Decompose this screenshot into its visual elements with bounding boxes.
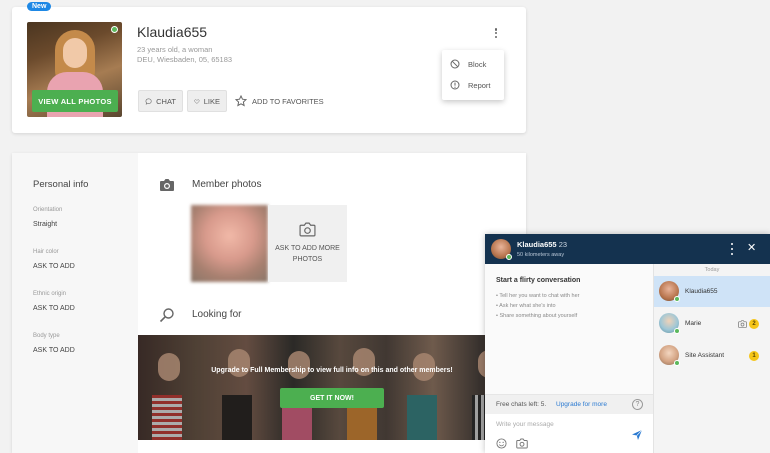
free-chats-bar: Free chats left: 5. Upgrade for more ? <box>485 394 653 414</box>
ask-more-photos-label: ASK TO ADD MORE PHOTOS <box>275 245 340 263</box>
like-button-label: LIKE <box>203 96 220 106</box>
chat-widget: Klaudia655 23 50 kilometers away ✕ Start… <box>485 234 770 453</box>
conversation-tip-text: Ask her what she's into <box>499 303 556 309</box>
upgrade-link[interactable]: Upgrade for more <box>556 401 607 408</box>
send-icon[interactable] <box>631 429 643 441</box>
get-it-now-button[interactable]: GET IT NOW! <box>280 388 384 408</box>
free-chats-count: Free chats left: 5. <box>496 401 547 408</box>
block-icon <box>450 59 460 69</box>
avatar-face <box>63 38 87 68</box>
report-icon <box>450 80 460 90</box>
upgrade-promo-banner: Upgrade to Full Membership to view full … <box>138 335 526 440</box>
close-icon[interactable]: ✕ <box>747 242 756 254</box>
chat-more-options-icon[interactable] <box>729 243 735 255</box>
field-label-orientation: Orientation <box>33 207 63 213</box>
profile-info-card: Personal info Orientation Straight Hair … <box>12 153 526 453</box>
looking-for-title: Looking for <box>192 309 242 320</box>
conversation-tip: • Tell her you want to chat with her <box>496 293 580 299</box>
menu-item-block[interactable]: Block <box>450 59 486 69</box>
chat-partner-distance: 50 kilometers away <box>517 252 565 258</box>
promo-text: Upgrade to Full Membership to view full … <box>211 367 453 374</box>
ask-more-photos-button[interactable]: ASK TO ADD MORE PHOTOS <box>268 205 347 282</box>
conversation-tip-text: Tell her you want to chat with her <box>499 293 580 299</box>
heart-icon <box>194 98 200 104</box>
online-status-icon <box>674 360 680 366</box>
personal-info-title: Personal info <box>33 179 89 190</box>
view-all-photos-button[interactable]: VIEW ALL PHOTOS <box>32 90 118 112</box>
field-value-hair-color[interactable]: ASK TO ADD <box>33 263 75 270</box>
camera-outline-icon <box>299 222 316 237</box>
profile-options-menu: Block Report <box>442 50 504 100</box>
personal-info-sidebar: Personal info Orientation Straight Hair … <box>12 153 138 453</box>
message-placeholder: Write your message <box>496 421 554 428</box>
chat-header: Klaudia655 23 50 kilometers away ✕ <box>485 234 770 264</box>
favorites-label: ADD TO FAVORITES <box>252 96 324 106</box>
chat-button-label: CHAT <box>156 96 176 106</box>
conversation-name: Site Assistant <box>685 352 725 359</box>
camera-icon[interactable] <box>516 438 528 449</box>
block-label: Block <box>468 59 487 69</box>
member-photo-blurred[interactable] <box>191 205 268 282</box>
conversation-name: Marie <box>685 320 702 327</box>
unread-count-badge: 2 <box>749 319 759 329</box>
chat-avatar[interactable] <box>491 239 512 260</box>
conversation-tip: • Ask her what she's into <box>496 303 556 309</box>
chat-partner-name: Klaudia655 23 <box>517 240 567 249</box>
profile-username: Klaudia655 <box>137 24 208 40</box>
chat-bubble-icon <box>145 98 152 105</box>
profile-age: 23 years old, a woman <box>137 45 213 54</box>
help-icon[interactable]: ? <box>632 399 643 410</box>
photo-attachment-icon <box>738 320 747 328</box>
unread-count-badge: 1 <box>749 351 759 361</box>
search-icon <box>159 308 174 323</box>
report-label: Report <box>468 80 491 90</box>
online-status-icon <box>111 26 118 33</box>
conversation-avatar <box>659 281 680 302</box>
conversation-list: Today Klaudia655 Marie 2 Site Assistant … <box>653 264 770 453</box>
message-input[interactable]: Write your message <box>485 414 653 453</box>
flirty-conversation-title: Start a flirty conversation <box>496 277 581 284</box>
conversation-tip: • Share something about yourself <box>496 313 578 319</box>
message-tools <box>496 438 528 449</box>
field-label-hair-color: Hair color <box>33 249 59 255</box>
chat-partner-age: 23 <box>558 240 568 249</box>
new-badge: New <box>27 2 52 11</box>
conversation-item-klaudia655[interactable]: Klaudia655 <box>654 276 770 307</box>
conversation-item-site-assistant[interactable]: Site Assistant 1 <box>654 340 770 371</box>
profile-location: DEU, Wiesbaden, 05, 65183 <box>137 55 233 64</box>
field-label-body-type: Body type <box>33 333 60 339</box>
conversation-name: Klaudia655 <box>685 288 718 295</box>
conversation-item-marie[interactable]: Marie 2 <box>654 308 770 339</box>
add-to-favorites-button[interactable]: ADD TO FAVORITES <box>235 95 324 107</box>
more-options-icon[interactable] <box>490 26 502 40</box>
conversation-avatar <box>659 313 680 334</box>
like-button[interactable]: LIKE <box>187 90 227 112</box>
menu-item-report[interactable]: Report <box>450 80 491 90</box>
field-value-body-type[interactable]: ASK TO ADD <box>33 347 75 354</box>
member-photos-title: Member photos <box>192 179 262 190</box>
camera-icon <box>160 179 174 191</box>
chat-conversation-pane: Start a flirty conversation • Tell her y… <box>485 264 653 453</box>
online-status-icon <box>506 254 512 260</box>
online-status-icon <box>674 296 680 302</box>
emoji-icon[interactable] <box>496 438 507 449</box>
chat-button[interactable]: CHAT <box>138 90 183 112</box>
star-icon <box>235 95 247 107</box>
conversation-avatar <box>659 345 680 366</box>
conversation-tip-text: Share something about yourself <box>499 313 578 319</box>
chat-partner-username: Klaudia655 <box>517 240 557 249</box>
field-value-ethnic-origin[interactable]: ASK TO ADD <box>33 305 75 312</box>
field-value-orientation: Straight <box>33 221 58 228</box>
field-label-ethnic-origin: Ethnic origin <box>33 291 67 297</box>
today-divider: Today <box>704 267 720 273</box>
online-status-icon <box>674 328 680 334</box>
